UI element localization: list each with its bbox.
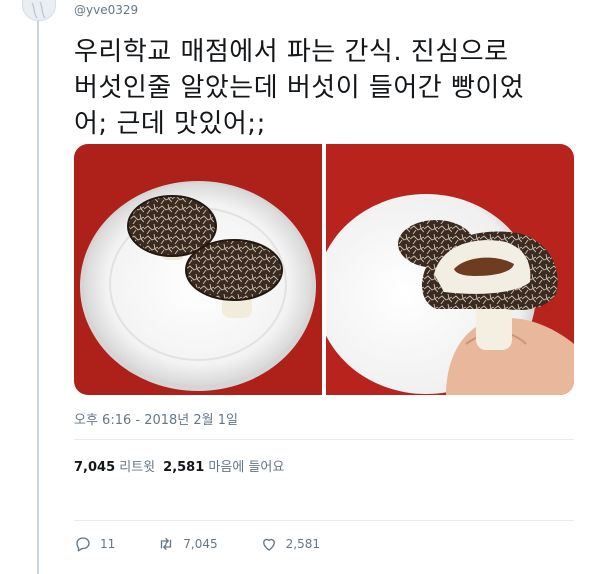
- reply-count: 11: [100, 537, 116, 551]
- engagement-stats: 7,045 리트윗 2,581 마음에 들어요: [74, 456, 284, 475]
- like-button[interactable]: 2,581: [260, 535, 320, 553]
- divider: [74, 520, 574, 521]
- like-stat[interactable]: 2,581 마음에 들어요: [163, 456, 284, 475]
- photo-right[interactable]: [326, 144, 574, 395]
- thread-line: [37, 20, 39, 574]
- tweet-timestamp[interactable]: 오후 6:16 - 2018년 2월 1일: [74, 409, 238, 428]
- like-label: 마음에 들어요: [208, 460, 285, 475]
- heart-icon: [262, 538, 275, 551]
- reply-icon: [76, 537, 90, 552]
- photo-left[interactable]: [74, 144, 322, 395]
- divider: [74, 439, 574, 440]
- user-handle[interactable]: @yve0329: [74, 3, 138, 17]
- retweet-stat[interactable]: 7,045 리트윗: [74, 456, 155, 475]
- retweet-count: 7,045: [74, 460, 116, 475]
- like-count: 2,581: [163, 460, 205, 475]
- retweet-icon: [161, 538, 172, 550]
- retweet-button[interactable]: 7,045: [157, 535, 218, 553]
- tweet-text: 우리학교 매점에서 파는 간식. 진심으로 버섯인줄 알았는데 버섯이 들어간 …: [74, 37, 525, 139]
- photo-grid: [74, 144, 574, 395]
- like-action-count: 2,581: [285, 537, 320, 551]
- avatar[interactable]: [22, 0, 56, 21]
- mushroom-buns-on-plate-image: [74, 144, 322, 395]
- retweet-action-count: 7,045: [183, 537, 218, 551]
- avatar-image: [31, 1, 46, 19]
- bitten-mushroom-bun-image: [326, 144, 574, 395]
- retweet-label: 리트윗: [119, 460, 156, 475]
- action-bar: 11 7,045 2,581: [74, 535, 362, 553]
- reply-button[interactable]: 11: [74, 535, 115, 553]
